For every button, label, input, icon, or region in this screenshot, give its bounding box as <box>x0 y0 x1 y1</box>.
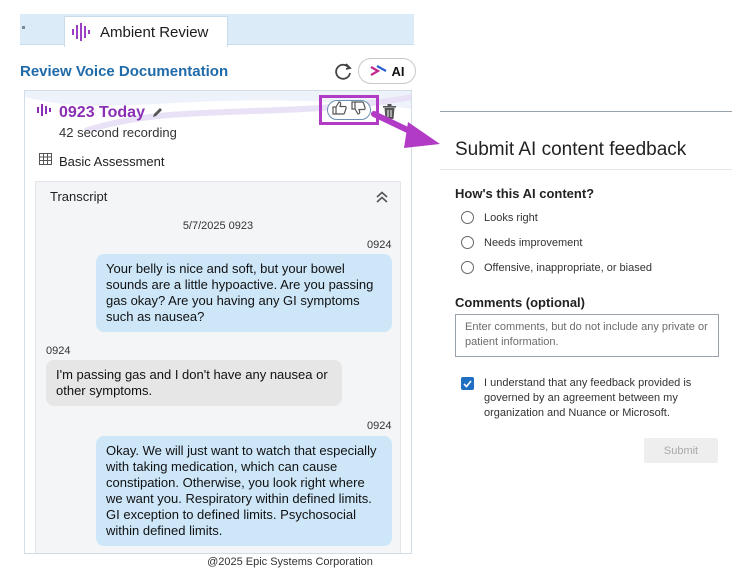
tab-ambient-review[interactable]: Ambient Review <box>64 16 228 47</box>
epic-panel: Ambient Review Review Voice Documentatio… <box>20 14 416 554</box>
waveform-icon <box>71 23 93 41</box>
message-bubble-clinician: Your belly is nice and soft, but your bo… <box>96 254 392 332</box>
chevron-double-up-icon[interactable] <box>376 190 388 208</box>
ai-sparkle-icon <box>369 65 387 76</box>
feedback-dialog-title: Submit AI content feedback <box>455 139 687 160</box>
note-title-row: 0923 Today <box>37 103 164 122</box>
message-timestamp: 0924 <box>46 345 71 357</box>
comments-label: Comments (optional) <box>455 295 585 310</box>
agreement-checkbox[interactable] <box>461 377 474 390</box>
copyright-text: @2025 Epic Systems Corporation <box>207 556 373 568</box>
assessment-row: Basic Assessment <box>39 152 165 170</box>
message-timestamp: 0924 <box>367 239 392 251</box>
refresh-icon[interactable] <box>332 60 354 82</box>
radio-label: Offensive, inappropriate, or biased <box>484 261 652 274</box>
note-title[interactable]: 0923 Today <box>59 104 145 122</box>
question-label: How's this AI content? <box>455 186 595 201</box>
page-title: Review Voice Documentation <box>20 63 229 80</box>
tab-label: Ambient Review <box>100 23 209 41</box>
transcript-header[interactable]: Transcript <box>36 182 400 210</box>
radio-option-offensive[interactable]: Offensive, inappropriate, or biased <box>461 261 652 274</box>
radio-option-looks-right[interactable]: Looks right <box>461 211 538 224</box>
transcript-panel: Transcript 5/7/2025 0923 0924 Your belly… <box>35 181 401 553</box>
agreement-checkbox-row[interactable]: I understand that any feedback provided … <box>461 376 716 421</box>
ai-button[interactable]: AI <box>358 58 416 84</box>
radio-option-needs-improvement[interactable]: Needs improvement <box>461 236 582 249</box>
message-timestamp: 0924 <box>367 420 392 432</box>
assessment-label: Basic Assessment <box>59 153 165 169</box>
radio-label: Looks right <box>484 211 538 224</box>
agreement-text: I understand that any feedback provided … <box>484 377 692 419</box>
title-divider <box>440 169 732 170</box>
radio-button[interactable] <box>461 236 474 249</box>
tab-strip-dot <box>22 26 25 29</box>
comments-input[interactable] <box>455 314 719 357</box>
annotation-arrow <box>371 111 440 148</box>
table-icon <box>39 152 52 170</box>
tab-strip: Ambient Review <box>20 14 414 47</box>
transcript-label: Transcript <box>50 189 108 204</box>
review-header: Review Voice Documentation AI <box>20 58 416 86</box>
panel-top-rule <box>440 111 732 112</box>
message-bubble-patient: I'm passing gas and I don't have any nau… <box>46 360 342 406</box>
radio-button[interactable] <box>461 261 474 274</box>
submit-button[interactable]: Submit <box>644 438 718 463</box>
radio-button[interactable] <box>461 211 474 224</box>
transcript-date: 5/7/2025 0923 <box>182 220 254 232</box>
note-card: 0923 Today 42 second recording Basic Ass… <box>24 90 412 554</box>
pencil-icon[interactable] <box>151 106 164 119</box>
message-bubble-clinician: Okay. We will just want to watch that es… <box>96 436 392 546</box>
recording-length: 42 second recording <box>59 125 177 140</box>
waveform-icon <box>37 103 53 122</box>
radio-label: Needs improvement <box>484 236 583 249</box>
checkmark-icon <box>463 379 472 388</box>
ai-button-label: AI <box>391 63 405 79</box>
